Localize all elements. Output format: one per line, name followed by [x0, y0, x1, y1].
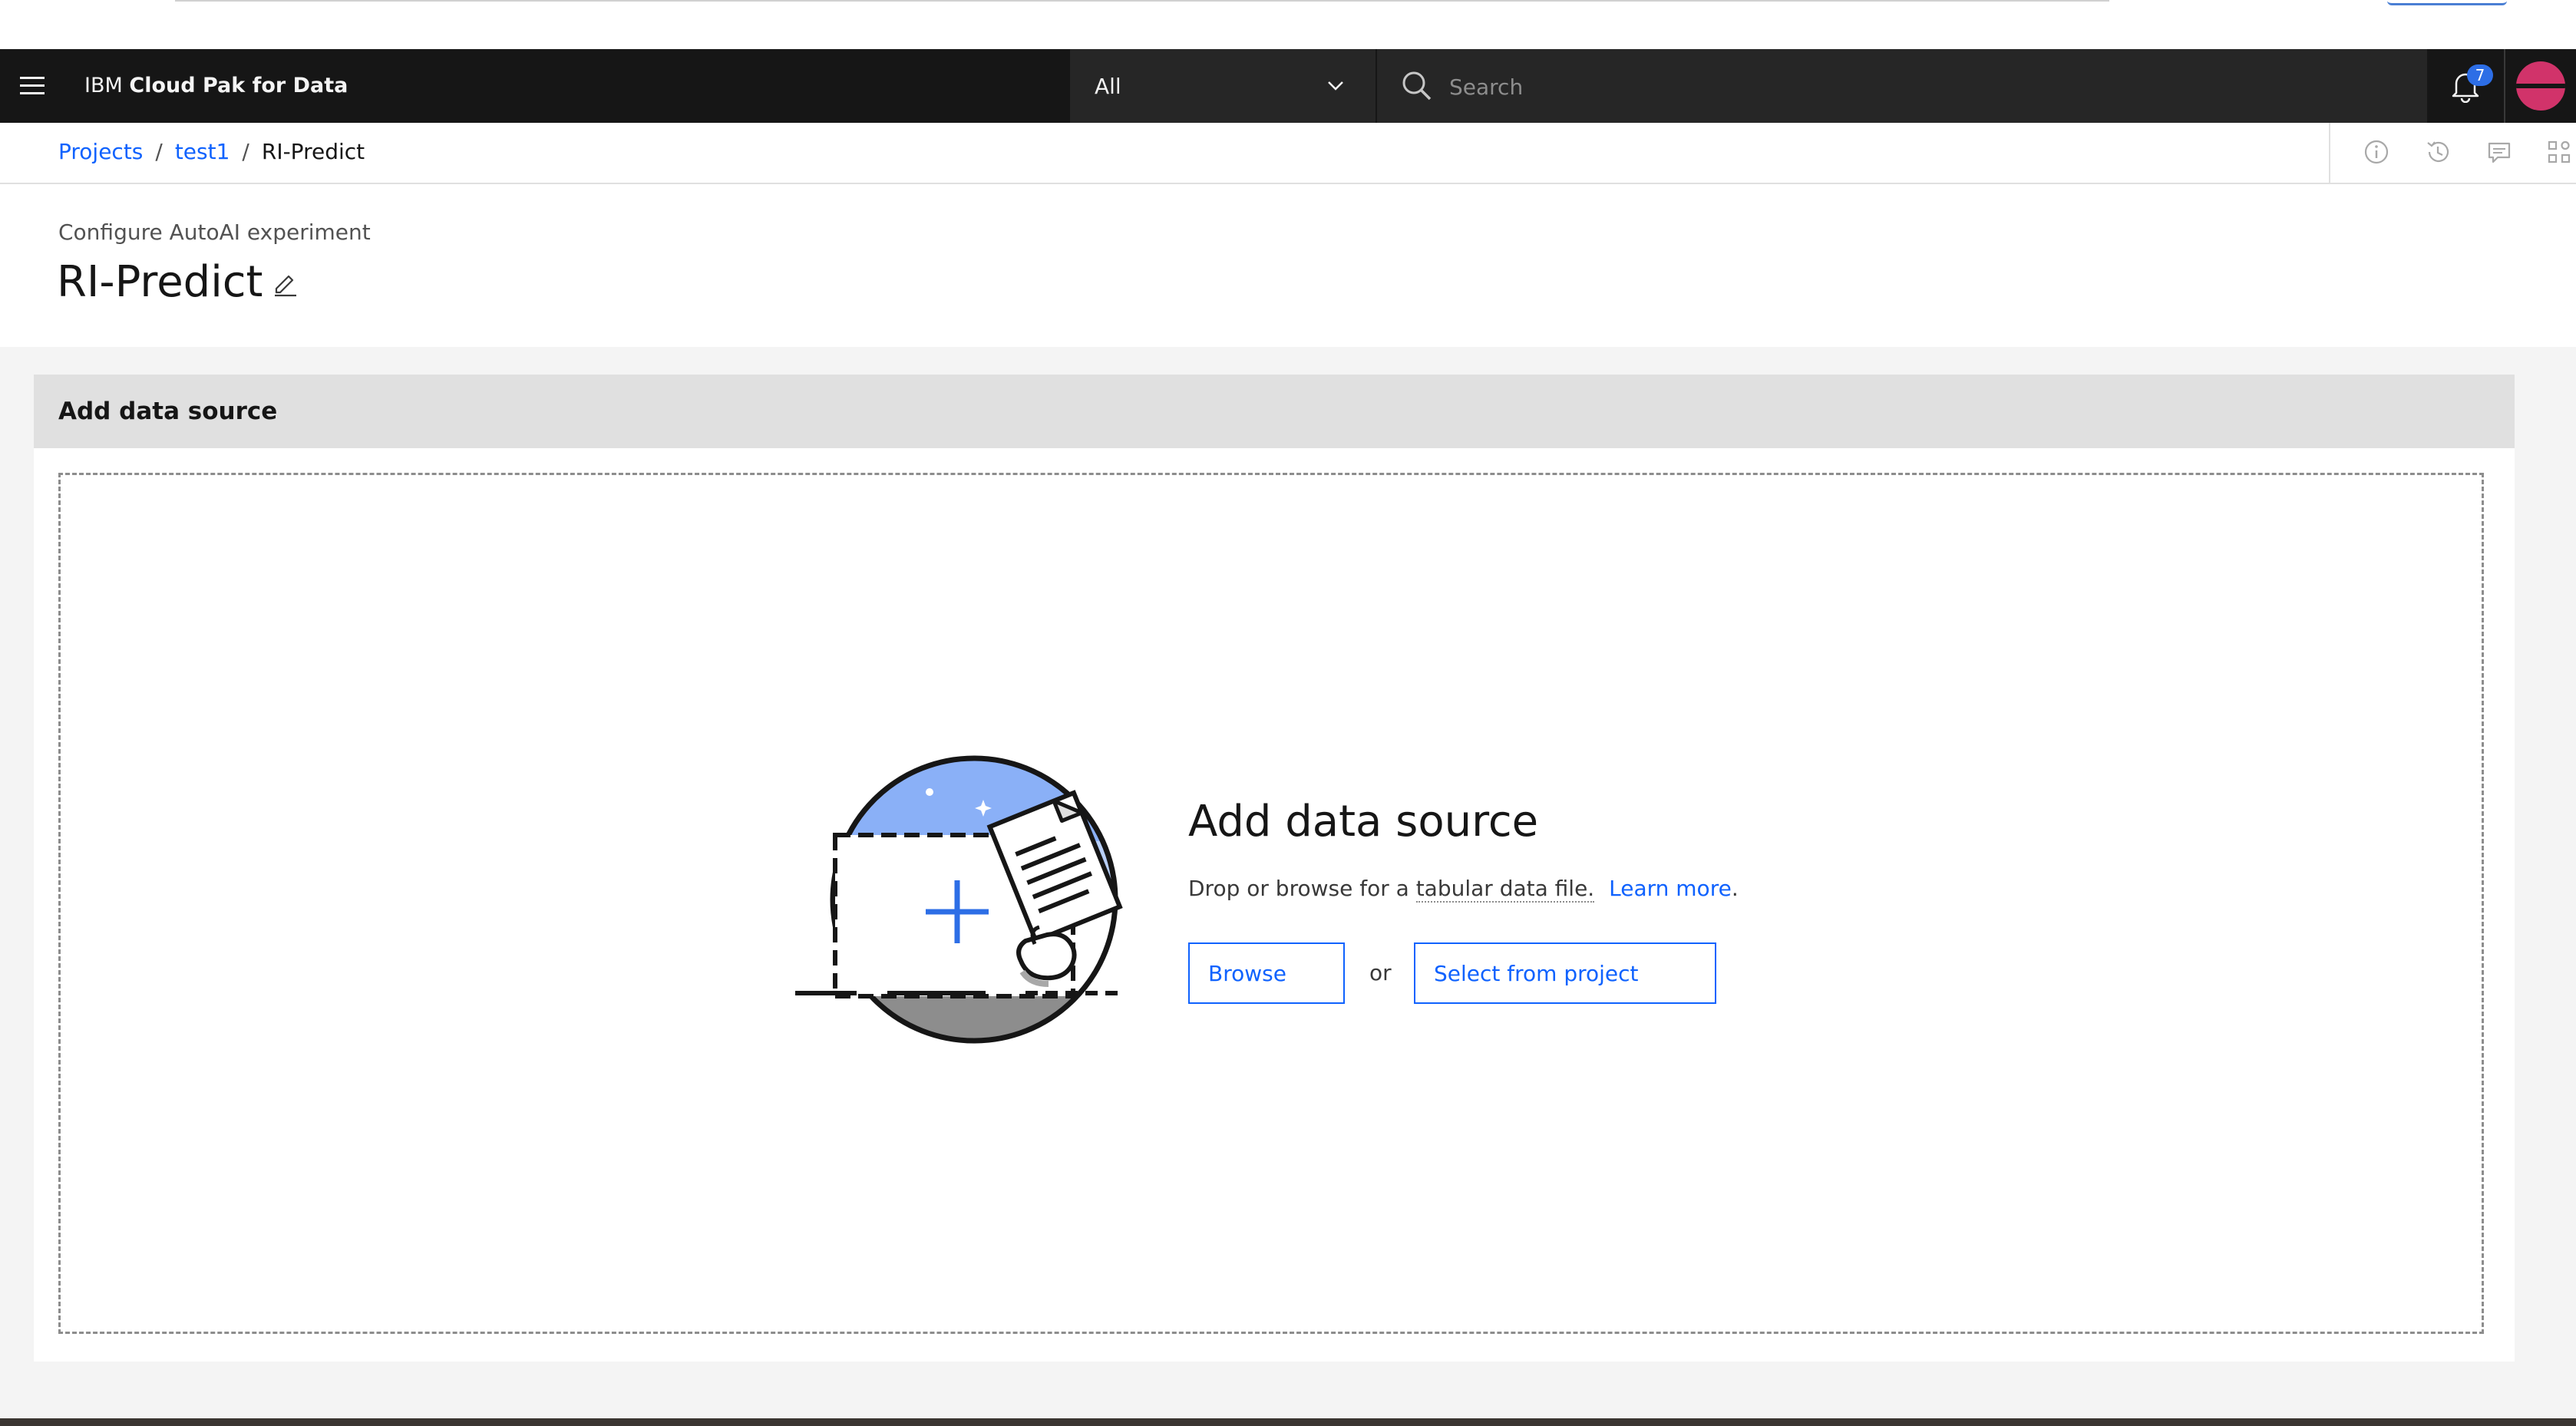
- global-search: [1377, 49, 2427, 123]
- top-header: IBM Cloud Pak for Data All 7: [0, 49, 2576, 123]
- card-header: Add data source: [34, 375, 2515, 448]
- breadcrumb-link-projects[interactable]: Projects: [58, 139, 143, 164]
- breadcrumb: Projects / test1 / RI-Predict: [58, 138, 365, 166]
- avatar: [2516, 61, 2565, 111]
- card-header-title: Add data source: [58, 398, 278, 425]
- bottom-strip: [0, 1418, 2576, 1426]
- learn-more-period: .: [1731, 876, 1739, 901]
- apps-icon[interactable]: [2544, 137, 2574, 167]
- hamburger-menu-icon[interactable]: [17, 72, 48, 100]
- product-name[interactable]: IBM Cloud Pak for Data: [84, 72, 348, 100]
- information-icon[interactable]: [2361, 137, 2392, 167]
- browser-top-strip: [0, 0, 2576, 49]
- notifications-button[interactable]: 7: [2429, 49, 2502, 123]
- dropzone-title: Add data source: [1188, 797, 1539, 847]
- user-profile-button[interactable]: [2504, 49, 2576, 123]
- breadcrumb-bar: Projects / test1 / RI-Predict: [0, 123, 2576, 184]
- browse-button[interactable]: Browse: [1188, 942, 1345, 1004]
- page-header: Configure AutoAI experiment RI-Predict: [0, 184, 2576, 347]
- page-subtitle: Configure AutoAI experiment: [58, 220, 371, 245]
- comment-icon[interactable]: [2484, 137, 2515, 167]
- search-scope-select[interactable]: All: [1070, 49, 1377, 123]
- dropzone-description-text: Drop or browse for a: [1188, 876, 1409, 901]
- search-input[interactable]: [1448, 66, 2372, 107]
- notification-count-badge: 7: [2467, 64, 2493, 86]
- or-label: or: [1369, 960, 1392, 985]
- history-icon[interactable]: [2422, 137, 2453, 167]
- file-dropzone[interactable]: [58, 473, 2484, 1334]
- learn-more-link[interactable]: Learn more: [1609, 876, 1732, 901]
- search-icon: [1402, 71, 1432, 101]
- dropzone-description: Drop or browse for a tabular data file. …: [1188, 875, 1739, 903]
- select-from-project-button[interactable]: Select from project: [1414, 942, 1716, 1004]
- brand-prefix: IBM: [84, 74, 123, 97]
- tabular-data-file-term[interactable]: tabular data file.: [1415, 876, 1595, 903]
- edit-pencil-icon[interactable]: [270, 267, 301, 298]
- chevron-down-icon: [1328, 81, 1343, 91]
- brand-name: Cloud Pak for Data: [129, 74, 348, 97]
- breadcrumb-link-project[interactable]: test1: [175, 139, 230, 164]
- browser-tab-hint: [2387, 0, 2507, 5]
- search-scope-value: All: [1095, 74, 1121, 99]
- add-data-source-card: Add data source: [34, 375, 2515, 1362]
- breadcrumb-separator: /: [242, 139, 249, 164]
- page-title: RI-Predict: [57, 257, 263, 307]
- upload-illustration: [795, 755, 1123, 1044]
- breadcrumb-current: RI-Predict: [261, 139, 365, 164]
- browser-url-line: [175, 0, 2109, 2]
- breadcrumb-separator: /: [155, 139, 163, 164]
- page-toolbar: [2329, 123, 2576, 183]
